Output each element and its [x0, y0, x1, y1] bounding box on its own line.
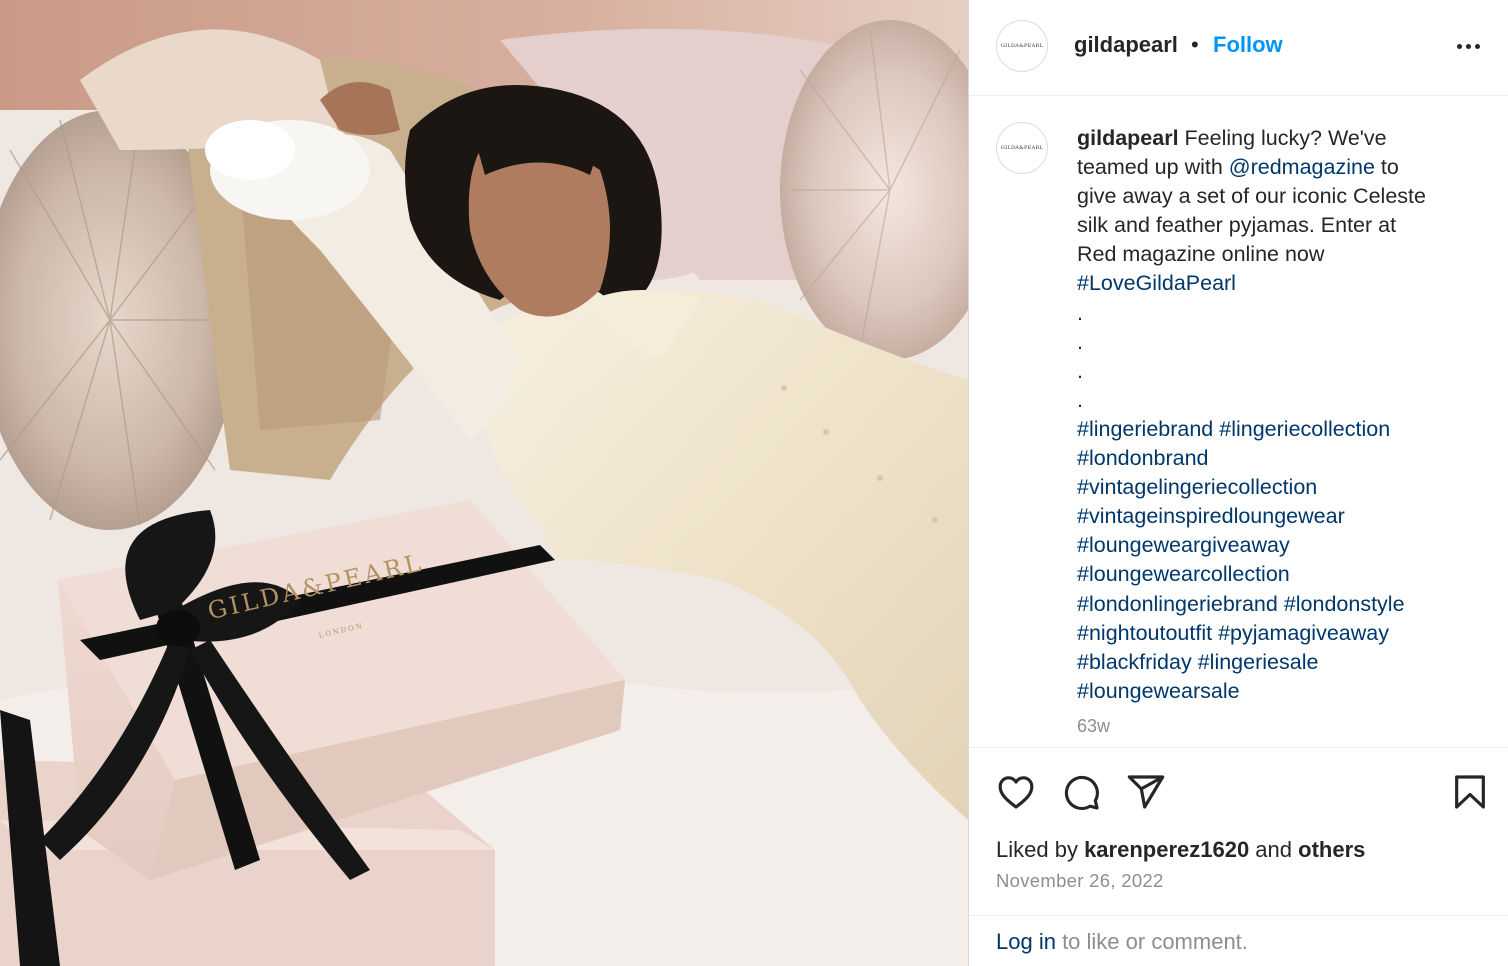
hashtag-line: #loungewearsale	[1077, 677, 1477, 706]
heart-icon[interactable]	[996, 772, 1036, 812]
hashtag-line: #blackfriday #lingeriesale	[1077, 648, 1477, 677]
caption-section: GILDA&PEARL gildapearl Feeling lucky? We…	[969, 96, 1508, 746]
caption-text-3: to	[1374, 155, 1399, 180]
bookmark-icon[interactable]	[1450, 772, 1490, 812]
login-link[interactable]: Log in	[996, 929, 1056, 954]
caption-line-2: teamed up with @redmagazine to	[1077, 153, 1477, 182]
hashtag-link[interactable]: #LoveGildaPearl	[1077, 271, 1236, 295]
hashtag-link[interactable]: #blackfriday	[1077, 650, 1192, 674]
caption-line-4: silk and feather pyjamas. Enter at	[1077, 213, 1397, 238]
hashtag-link[interactable]: #nightoutoutfit	[1077, 621, 1212, 645]
action-bar	[969, 747, 1508, 831]
caption-dot: .	[1077, 300, 1083, 325]
hashtag-line: #londonbrand	[1077, 444, 1477, 473]
post-image[interactable]: GILDA&PEARL LONDON	[0, 0, 968, 966]
caption-dot: .	[1077, 329, 1083, 354]
caption-text-1: Feeling lucky? We've	[1178, 126, 1387, 150]
hashtag-line: #londonlingeriebrand #londonstyle	[1077, 590, 1477, 619]
likes-prefix: Liked by	[996, 837, 1085, 862]
caption-avatar-logo-text: GILDA&PEARL	[1000, 145, 1044, 151]
hashtag-link[interactable]: #loungewearcollection	[1077, 562, 1290, 586]
avatar-logo-text: GILDA&PEARL	[1000, 43, 1044, 49]
post-header: GILDA&PEARL gildapearl • Follow	[969, 0, 1508, 96]
likes-middle: and	[1249, 837, 1299, 862]
hashtag-line: #loungewearcollection	[1077, 560, 1477, 589]
hashtag-link[interactable]: #lingeriesale	[1198, 650, 1319, 674]
caption-line-3: give away a set of our iconic Celeste	[1077, 184, 1426, 209]
share-icon[interactable]	[1126, 772, 1166, 812]
hashtag-link[interactable]: #londonstyle	[1284, 592, 1405, 616]
dot-2	[1465, 43, 1471, 49]
caption-line-5: Red magazine online now	[1077, 242, 1325, 267]
follow-button[interactable]: Follow	[1213, 32, 1283, 58]
hashtag-line: #vintagelingeriecollection	[1077, 473, 1477, 502]
post-date[interactable]: November 26, 2022	[996, 870, 1164, 892]
login-rest: to like or comment.	[1055, 929, 1248, 954]
hashtag-link[interactable]: #lingeriecollection	[1219, 417, 1390, 441]
caption-username[interactable]: gildapearl	[1077, 126, 1179, 150]
hashtag-link[interactable]: #vintageinspiredloungewear	[1077, 504, 1345, 528]
dot-3	[1474, 43, 1480, 49]
profile-avatar[interactable]: GILDA&PEARL	[996, 20, 1048, 72]
more-options-icon[interactable]	[1450, 34, 1486, 58]
hashtag-link[interactable]: #pyjamagiveaway	[1218, 621, 1389, 645]
caption-line-1: gildapearl Feeling lucky? We've	[1077, 124, 1477, 153]
hashtag-line: #lingeriebrand #lingeriecollection	[1077, 415, 1477, 444]
hashtag-link[interactable]: #londonbrand	[1077, 446, 1209, 470]
caption-dot: .	[1077, 387, 1083, 412]
hashtag-link[interactable]: #londonlingeriebrand	[1077, 592, 1278, 616]
comment-icon[interactable]	[1061, 772, 1101, 812]
hashtag-link[interactable]: #lingeriebrand	[1077, 417, 1213, 441]
hashtag-link[interactable]: #loungewearsale	[1077, 679, 1240, 703]
hashtag-line: #nightoutoutfit #pyjamagiveaway	[1077, 619, 1477, 648]
caption-avatar[interactable]: GILDA&PEARL	[996, 122, 1048, 174]
hashtag-line: #LoveGildaPearl	[1077, 269, 1477, 298]
caption-text-2: teamed up with	[1077, 155, 1229, 180]
dot-1	[1456, 43, 1462, 49]
mention-link[interactable]: @redmagazine	[1229, 155, 1375, 179]
post-side-panel: GILDA&PEARL gildapearl • Follow GILDA&PE…	[968, 0, 1508, 966]
liker-username[interactable]: karenperez1620	[1084, 837, 1249, 862]
hashtag-link[interactable]: #vintagelingeriecollection	[1077, 475, 1317, 499]
likes-summary: Liked by karenperez1620 and others	[996, 837, 1365, 863]
caption-text: gildapearl Feeling lucky? We've teamed u…	[1077, 124, 1477, 706]
hashtag-line: #loungeweargiveaway	[1077, 531, 1477, 560]
post-image-illustration	[0, 0, 968, 966]
likes-others-link[interactable]: others	[1298, 837, 1365, 862]
caption-dot: .	[1077, 358, 1083, 383]
header-username[interactable]: gildapearl	[1074, 32, 1178, 58]
login-prompt: Log in to like or comment.	[996, 929, 1248, 955]
header-separator: •	[1191, 32, 1199, 57]
hashtag-link[interactable]: #loungeweargiveaway	[1077, 533, 1290, 557]
post-time-ago[interactable]: 63w	[1077, 716, 1110, 737]
login-bar: Log in to like or comment.	[969, 915, 1508, 966]
hashtag-line: #vintageinspiredloungewear	[1077, 502, 1477, 531]
